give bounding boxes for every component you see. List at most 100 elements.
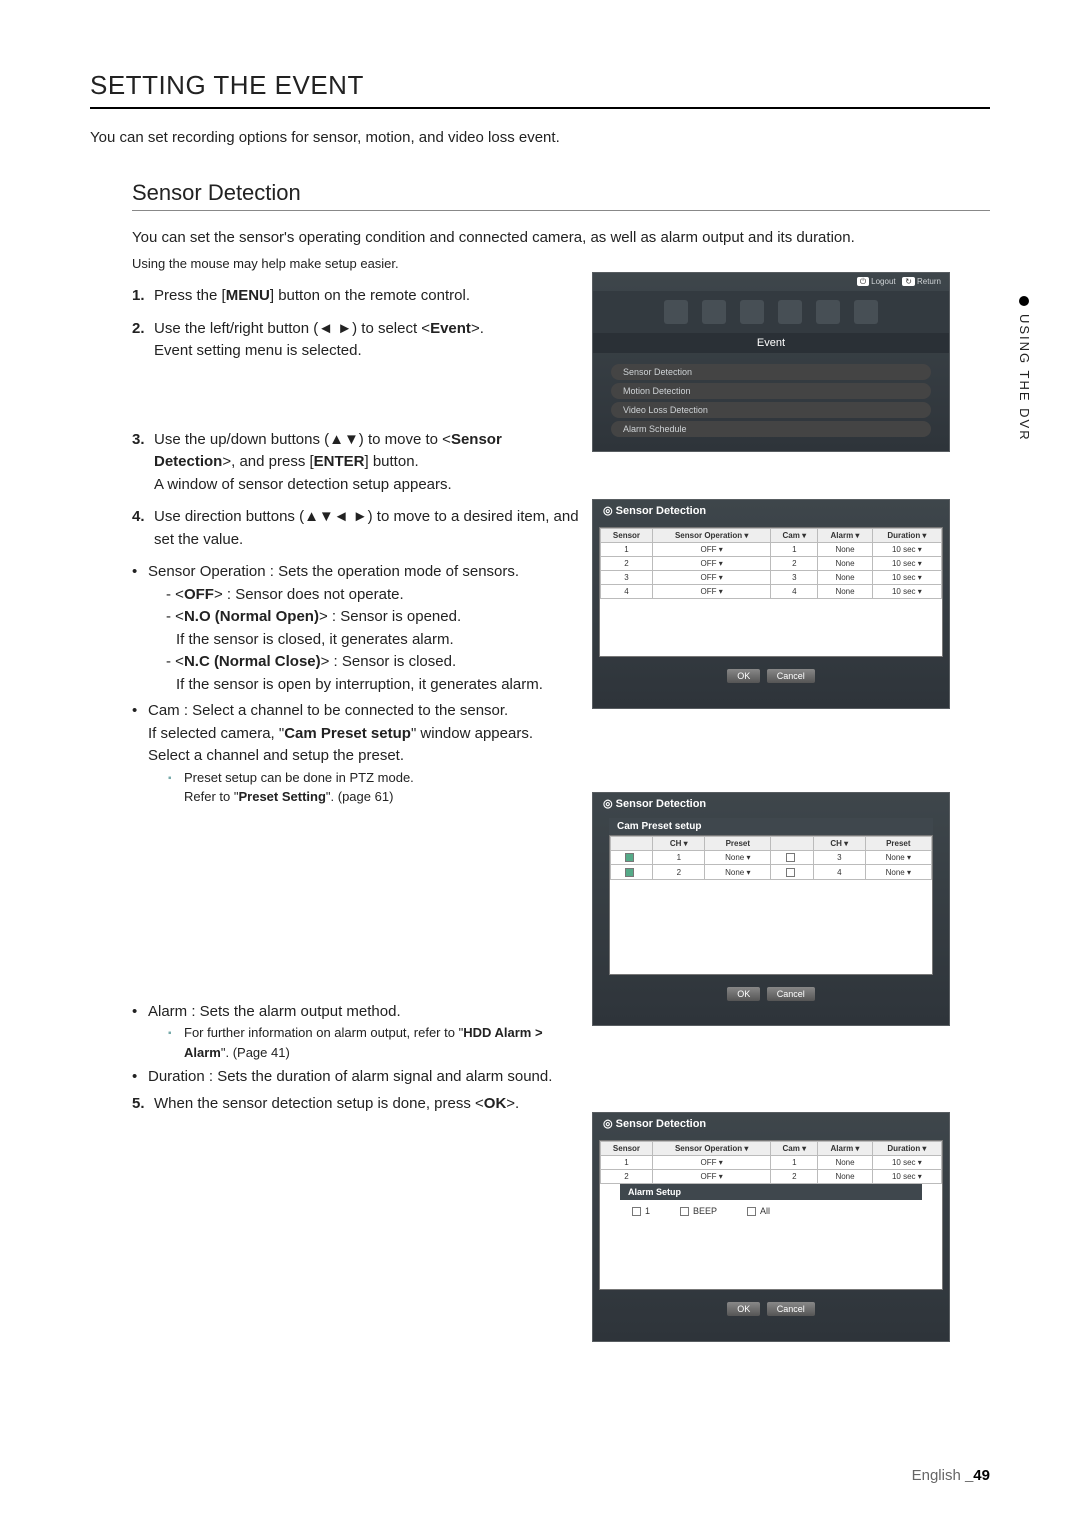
- page-title: SETTING THE EVENT: [90, 70, 990, 101]
- step-num: 1.: [132, 285, 154, 308]
- dash-end: > : Sensor is closed.: [321, 653, 456, 670]
- step-text-mid: >, and press [: [222, 453, 313, 470]
- step-text-end: ] button on the remote control.: [270, 287, 470, 304]
- menu-item-sensor-detection[interactable]: Sensor Detection: [611, 364, 931, 380]
- col-ch[interactable]: CH ▾: [813, 837, 865, 851]
- ok-button[interactable]: OK: [727, 1302, 760, 1316]
- alarm-icon: ◎: [603, 505, 613, 517]
- preset-setting-label: Preset Setting: [238, 789, 325, 804]
- enter-label: ENTER: [314, 453, 365, 470]
- bullet-text: Alarm : Sets the alarm output method.: [148, 1003, 401, 1020]
- alarm-setup-title: Alarm Setup: [620, 1184, 922, 1200]
- col-preset: Preset: [705, 837, 771, 851]
- off-label: OFF: [184, 586, 214, 603]
- alarm-note-c: ". (Page 41): [221, 1045, 290, 1060]
- cam-preset-setup-label: Cam Preset setup: [284, 725, 411, 742]
- cam-text-end: " window appears.: [411, 725, 533, 742]
- menu-item-motion-detection[interactable]: Motion Detection: [611, 383, 931, 399]
- preset-note: Preset setup can be done in PTZ mode.: [148, 768, 990, 788]
- checkbox-icon[interactable]: [747, 1207, 756, 1216]
- col-duration[interactable]: Duration ▾: [872, 1142, 941, 1156]
- menu-icon: [664, 300, 688, 324]
- checkbox-icon[interactable]: [786, 853, 795, 862]
- cam-preset-table: CH ▾Preset CH ▾Preset 1None ▾3None ▾ 2No…: [610, 836, 932, 880]
- menu-icon: [816, 300, 840, 324]
- cancel-button[interactable]: Cancel: [767, 1302, 815, 1316]
- step-text: When the sensor detection setup is done,…: [154, 1095, 484, 1112]
- event-label: Event: [430, 320, 471, 337]
- col-sensor: Sensor: [601, 529, 653, 543]
- menu-item-alarm-schedule[interactable]: Alarm Schedule: [611, 421, 931, 437]
- return-icon: ↻: [902, 277, 915, 286]
- alarm-opt-beep: BEEP: [693, 1206, 717, 1216]
- step-text: Press the [: [154, 287, 226, 304]
- step-num: 3.: [132, 429, 154, 497]
- cam-preset-screenshot: ◎ Sensor Detection Cam Preset setup CH ▾…: [592, 792, 950, 1026]
- col-ch[interactable]: CH ▾: [653, 837, 705, 851]
- cancel-button[interactable]: Cancel: [767, 987, 815, 1001]
- checkbox-icon[interactable]: [680, 1207, 689, 1216]
- alarm-opt-1: 1: [645, 1206, 650, 1216]
- col-sensor-op[interactable]: Sensor Operation ▾: [652, 1142, 770, 1156]
- panel-title-label: Sensor Detection: [616, 505, 706, 517]
- table-row: 2None ▾4None ▾: [611, 865, 932, 879]
- dash-text: - <: [166, 608, 184, 625]
- col-alarm[interactable]: Alarm ▾: [818, 529, 873, 543]
- cancel-button[interactable]: Cancel: [767, 669, 815, 683]
- checkbox-icon[interactable]: [625, 868, 634, 877]
- menu-icon-row: [593, 291, 949, 333]
- step-text: Use direction buttons (▲▼◄ ►) to move to…: [154, 506, 584, 551]
- sensor-table-partial: Sensor Sensor Operation ▾ Cam ▾ Alarm ▾ …: [600, 1141, 942, 1184]
- col-alarm[interactable]: Alarm ▾: [818, 1142, 873, 1156]
- col-preset: Preset: [865, 837, 931, 851]
- menu-icon: [740, 300, 764, 324]
- table-row: 1None ▾3None ▾: [611, 851, 932, 865]
- step-num: 2.: [132, 318, 154, 363]
- ok-button[interactable]: OK: [727, 669, 760, 683]
- col-duration[interactable]: Duration ▾: [872, 529, 941, 543]
- step-num: 4.: [132, 506, 154, 551]
- side-tab: USING THE DVR: [1017, 290, 1032, 448]
- section-rule: [132, 210, 990, 211]
- alarm-opt-all: All: [760, 1206, 770, 1216]
- ok-button[interactable]: OK: [727, 987, 760, 1001]
- table-row: 1OFF ▾1None10 sec ▾: [601, 543, 942, 557]
- menu-icon: [702, 300, 726, 324]
- event-panel-title: Event: [593, 333, 949, 353]
- step-line2: Event setting menu is selected.: [154, 342, 362, 359]
- step-text-end: ] button.: [365, 453, 419, 470]
- dash-text: - <: [166, 653, 184, 670]
- ok-label: OK: [484, 1095, 507, 1112]
- panel-title-label: Sensor Detection: [616, 798, 706, 810]
- col-sensor-op[interactable]: Sensor Operation ▾: [652, 529, 770, 543]
- step-text: Use the up/down buttons (▲▼) to move to …: [154, 431, 451, 448]
- bullet-duration: Duration : Sets the duration of alarm si…: [132, 1066, 562, 1089]
- checkbox-icon[interactable]: [632, 1207, 641, 1216]
- section-title: Sensor Detection: [132, 180, 990, 206]
- checkbox-icon[interactable]: [786, 868, 795, 877]
- step-num: 5.: [132, 1093, 154, 1116]
- side-dot-icon: [1019, 296, 1029, 306]
- side-tab-label: USING THE DVR: [1017, 314, 1032, 442]
- col-cam[interactable]: Cam ▾: [771, 1142, 818, 1156]
- bullet-cam: Cam : Select a channel to be connected t…: [132, 700, 990, 807]
- bullet-text: Sensor Operation : Sets the operation mo…: [148, 563, 519, 580]
- table-row: 3OFF ▾3None10 sec ▾: [601, 571, 942, 585]
- alarm-setup-screenshot: ◎ Sensor Detection Sensor Sensor Operati…: [592, 1112, 950, 1342]
- cam-preset-title: Cam Preset setup: [609, 818, 933, 835]
- dash-text: - <: [166, 586, 184, 603]
- ref-text: Refer to ": [184, 789, 238, 804]
- step-line2: A window of sensor detection setup appea…: [154, 476, 452, 493]
- nc-label: N.C (Normal Close): [184, 653, 321, 670]
- logout-label: Logout: [871, 277, 895, 286]
- section-intro: You can set the sensor's operating condi…: [132, 227, 990, 248]
- cam-line3: Select a channel and setup the preset.: [148, 747, 404, 764]
- bullet-text: Cam : Select a channel to be connected t…: [148, 702, 508, 719]
- dash-line2: If the sensor is closed, it generates al…: [166, 631, 454, 648]
- checkbox-icon[interactable]: [625, 853, 634, 862]
- col-cam[interactable]: Cam ▾: [771, 529, 818, 543]
- dash-end: > : Sensor does not operate.: [214, 586, 404, 603]
- panel-title-label: Sensor Detection: [616, 1118, 706, 1130]
- cam-text: If selected camera, ": [148, 725, 284, 742]
- menu-item-video-loss-detection[interactable]: Video Loss Detection: [611, 402, 931, 418]
